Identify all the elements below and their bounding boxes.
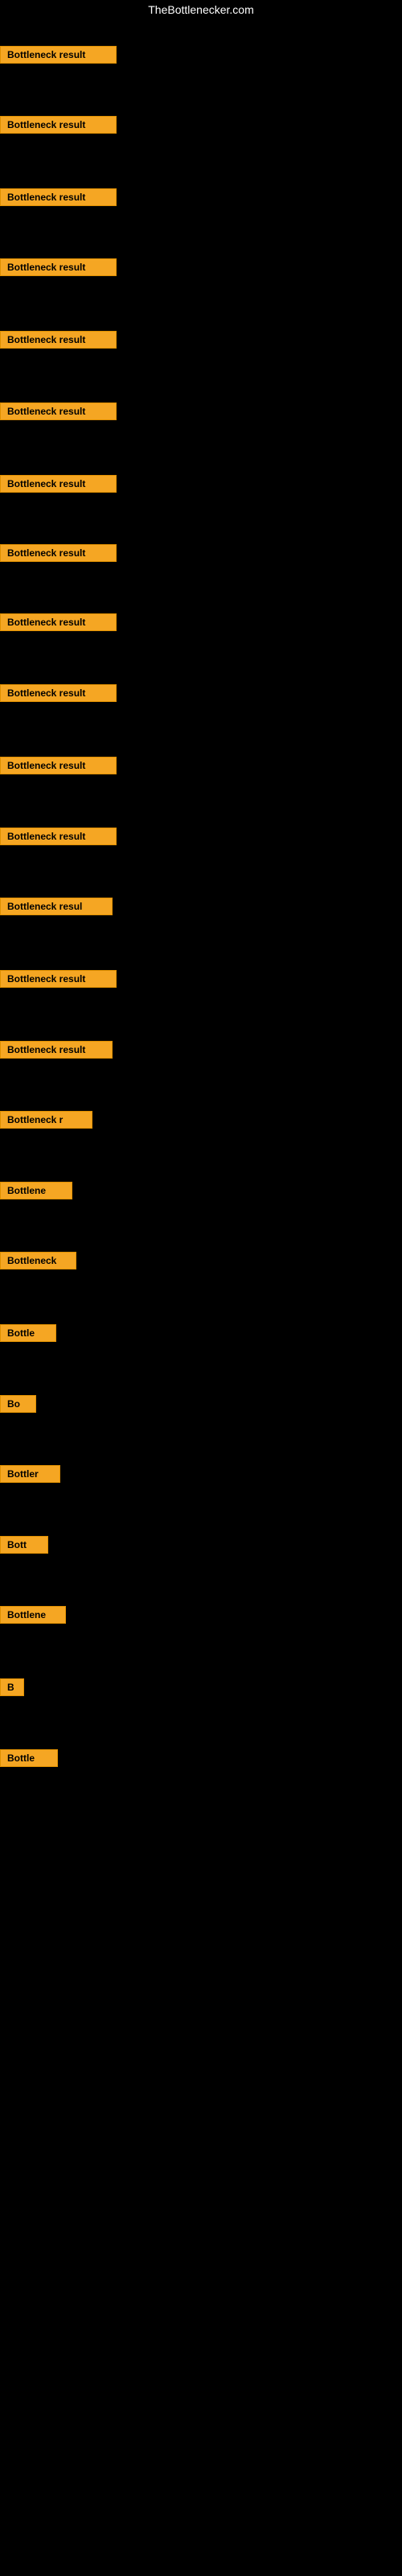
site-title: TheBottlenecker.com bbox=[0, 0, 402, 19]
bottleneck-badge-24[interactable]: B bbox=[0, 1678, 24, 1696]
bottleneck-badge-25[interactable]: Bottle bbox=[0, 1749, 58, 1767]
bottleneck-badge-21[interactable]: Bottler bbox=[0, 1465, 60, 1483]
bottleneck-badge-3[interactable]: Bottleneck result bbox=[0, 188, 117, 206]
bottleneck-badge-2[interactable]: Bottleneck result bbox=[0, 116, 117, 134]
bottleneck-badge-19[interactable]: Bottle bbox=[0, 1324, 56, 1342]
bottleneck-badge-6[interactable]: Bottleneck result bbox=[0, 402, 117, 420]
bottleneck-badge-5[interactable]: Bottleneck result bbox=[0, 331, 117, 349]
bottleneck-badge-1[interactable]: Bottleneck result bbox=[0, 46, 117, 64]
bottleneck-badge-4[interactable]: Bottleneck result bbox=[0, 258, 117, 276]
bottleneck-badge-9[interactable]: Bottleneck result bbox=[0, 613, 117, 631]
bottleneck-badge-22[interactable]: Bott bbox=[0, 1536, 48, 1554]
bottleneck-badge-8[interactable]: Bottleneck result bbox=[0, 544, 117, 562]
bottleneck-badge-16[interactable]: Bottleneck r bbox=[0, 1111, 92, 1129]
bottleneck-badge-15[interactable]: Bottleneck result bbox=[0, 1041, 113, 1059]
bottleneck-badge-12[interactable]: Bottleneck result bbox=[0, 828, 117, 845]
bottleneck-badge-10[interactable]: Bottleneck result bbox=[0, 684, 117, 702]
bottleneck-badge-20[interactable]: Bo bbox=[0, 1395, 36, 1413]
bottleneck-badge-13[interactable]: Bottleneck resul bbox=[0, 898, 113, 915]
bottleneck-badge-7[interactable]: Bottleneck result bbox=[0, 475, 117, 493]
bottleneck-badge-18[interactable]: Bottleneck bbox=[0, 1252, 76, 1269]
bottleneck-badge-11[interactable]: Bottleneck result bbox=[0, 757, 117, 774]
bottleneck-badge-14[interactable]: Bottleneck result bbox=[0, 970, 117, 988]
bottleneck-badge-23[interactable]: Bottlene bbox=[0, 1606, 66, 1624]
bottleneck-badge-17[interactable]: Bottlene bbox=[0, 1182, 72, 1199]
